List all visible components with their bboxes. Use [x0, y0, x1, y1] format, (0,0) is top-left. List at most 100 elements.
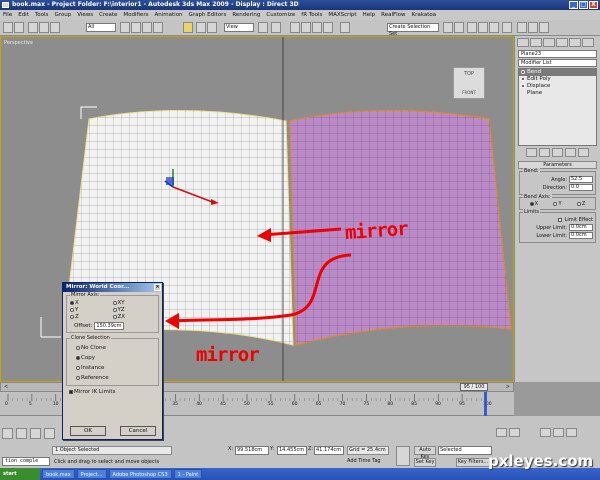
reference-radio[interactable]: Reference	[76, 373, 155, 383]
modify-tab-icon[interactable]	[530, 38, 542, 47]
hierarchy-tab-icon[interactable]	[543, 38, 555, 47]
snaps-toggle-icon[interactable]	[290, 22, 300, 33]
instance-radio[interactable]: Instance	[76, 363, 155, 373]
menu-rendering[interactable]: Rendering	[232, 10, 260, 20]
axis-xy-radio[interactable]: XY	[112, 300, 156, 306]
field-of-view-icon[interactable]	[566, 428, 577, 437]
menu-customize[interactable]: Customize	[266, 10, 295, 20]
remove-modifier-icon[interactable]	[565, 148, 576, 157]
window-crossing-icon[interactable]	[153, 22, 163, 33]
align-icon[interactable]	[454, 22, 464, 33]
menu-realflow[interactable]: RealFlow	[381, 10, 405, 20]
select-and-scale-icon[interactable]	[207, 22, 217, 33]
x-coordinate[interactable]: 99.518cm	[235, 446, 269, 455]
time-prev-icon[interactable]: <	[4, 384, 8, 390]
menu-tools[interactable]: Tools	[35, 10, 49, 20]
unlink-icon[interactable]	[39, 22, 49, 33]
undo-icon[interactable]	[3, 22, 13, 33]
motion-tab-icon[interactable]	[556, 38, 568, 47]
menu-create[interactable]: Create	[99, 10, 117, 20]
render-production-icon[interactable]	[539, 22, 549, 33]
mirror-dialog-titlebar[interactable]: Mirror: World Coor... ×	[63, 283, 162, 292]
pivot-center-icon[interactable]	[258, 22, 268, 33]
rendered-frame-window-icon[interactable]	[528, 22, 538, 33]
upper-limit-spinner[interactable]: 0.0cm	[569, 224, 593, 231]
edit-named-selection-icon[interactable]	[340, 22, 350, 33]
z-coordinate[interactable]: 41.174cm	[314, 446, 344, 455]
key-filters-button[interactable]: Key Filters...	[456, 458, 490, 467]
link-icon[interactable]	[28, 22, 38, 33]
axis-y-radio[interactable]: Y	[70, 307, 113, 313]
select-and-rotate-icon[interactable]	[196, 22, 206, 33]
render-setup-icon[interactable]	[517, 22, 527, 33]
play-icon[interactable]	[496, 428, 507, 437]
stack-item-edit-poly[interactable]: Edit Poly	[519, 76, 596, 83]
manipulate-icon[interactable]	[271, 22, 281, 33]
angle-spinner[interactable]: 52.5	[569, 176, 593, 183]
mirror-icon[interactable]	[443, 22, 453, 33]
time-next-icon[interactable]: >	[506, 384, 510, 390]
layer-manager-icon[interactable]	[467, 22, 477, 33]
axis-zx-radio[interactable]: ZX	[112, 314, 156, 320]
axis-x-radio[interactable]: X	[70, 300, 113, 306]
maximize-button[interactable]: □	[579, 1, 588, 9]
menu-fr-tools[interactable]: fR Tools	[301, 10, 322, 20]
limit-effect-checkbox[interactable]: Limit Effect	[522, 217, 593, 223]
menu-krakatoa[interactable]: Krakatoa	[412, 10, 437, 20]
viewport-config-icon[interactable]	[2, 428, 13, 439]
direction-spinner[interactable]: 0.0	[569, 184, 593, 191]
object-name-field[interactable]: Plane23	[518, 50, 597, 58]
cancel-button[interactable]: Cancel	[120, 426, 156, 436]
copy-radio[interactable]: Copy	[76, 353, 155, 363]
add-time-tag-button[interactable]: Add Time Tag	[347, 458, 381, 464]
offset-spinner[interactable]: 150.39cm	[94, 322, 125, 330]
rectangular-selection-icon[interactable]	[142, 22, 152, 33]
percent-snap-icon[interactable]	[312, 22, 322, 33]
orbit-icon[interactable]	[553, 428, 564, 437]
show-end-result-icon[interactable]	[539, 148, 550, 157]
menu-group[interactable]: Group	[54, 10, 71, 20]
create-tab-icon[interactable]	[517, 38, 529, 47]
region-zoom-icon[interactable]	[30, 428, 41, 439]
spinner-snap-icon[interactable]	[323, 22, 333, 33]
close-button[interactable]: X	[589, 1, 598, 9]
pan-icon[interactable]	[44, 428, 55, 439]
task-book-max[interactable]: book.max	[42, 469, 75, 479]
minimize-button[interactable]: _	[569, 1, 578, 9]
stack-item-plane[interactable]: Plane	[519, 90, 596, 97]
bend-axis-z-radio[interactable]: Z	[576, 201, 585, 207]
menu-views[interactable]: Views	[77, 10, 93, 20]
ok-button[interactable]: OK	[70, 426, 106, 436]
utilities-tab-icon[interactable]	[582, 38, 594, 47]
modifier-list-dropdown[interactable]: Modifier List	[518, 59, 597, 67]
material-editor-icon[interactable]	[502, 22, 512, 33]
task-photoshop[interactable]: Adobe Photoshop CS3	[108, 469, 172, 479]
selection-filter-dropdown[interactable]: All	[86, 23, 116, 32]
menu-modifiers[interactable]: Modifiers	[123, 10, 148, 20]
bend-axis-x-radio[interactable]: X	[529, 201, 538, 207]
angle-snap-icon[interactable]	[301, 22, 311, 33]
bend-axis-y-radio[interactable]: Y	[553, 201, 562, 207]
auto-key-button[interactable]: Auto Key	[414, 446, 436, 460]
bind-space-warp-icon[interactable]	[50, 22, 60, 33]
select-object-icon[interactable]	[120, 22, 130, 33]
schematic-view-icon[interactable]	[489, 22, 499, 33]
start-button[interactable]: start	[0, 468, 40, 480]
reference-coordinate-dropdown[interactable]: View	[224, 23, 254, 32]
menu-file[interactable]: File	[3, 10, 12, 20]
viewcube[interactable]: TOP FRONT	[453, 67, 485, 99]
key-set-dropdown[interactable]: Selected	[438, 446, 492, 455]
dialog-close-icon[interactable]: ×	[154, 284, 161, 291]
stack-item-displace[interactable]: Displace	[519, 83, 596, 90]
task-paint[interactable]: 1 - Paint	[173, 469, 203, 479]
menu-maxscript[interactable]: MAXScript	[328, 10, 356, 20]
lower-limit-spinner[interactable]: 0.0cm	[569, 232, 593, 239]
set-key-icon[interactable]	[396, 446, 410, 466]
task-project[interactable]: Project...	[76, 469, 107, 479]
menu-graph-editors[interactable]: Graph Editors	[189, 10, 227, 20]
set-key-button[interactable]: Set Key	[414, 458, 436, 467]
menu-edit[interactable]: Edit	[18, 10, 29, 20]
display-tab-icon[interactable]	[569, 38, 581, 47]
axis-z-radio[interactable]: Z	[70, 314, 113, 320]
menu-help[interactable]: Help	[363, 10, 376, 20]
